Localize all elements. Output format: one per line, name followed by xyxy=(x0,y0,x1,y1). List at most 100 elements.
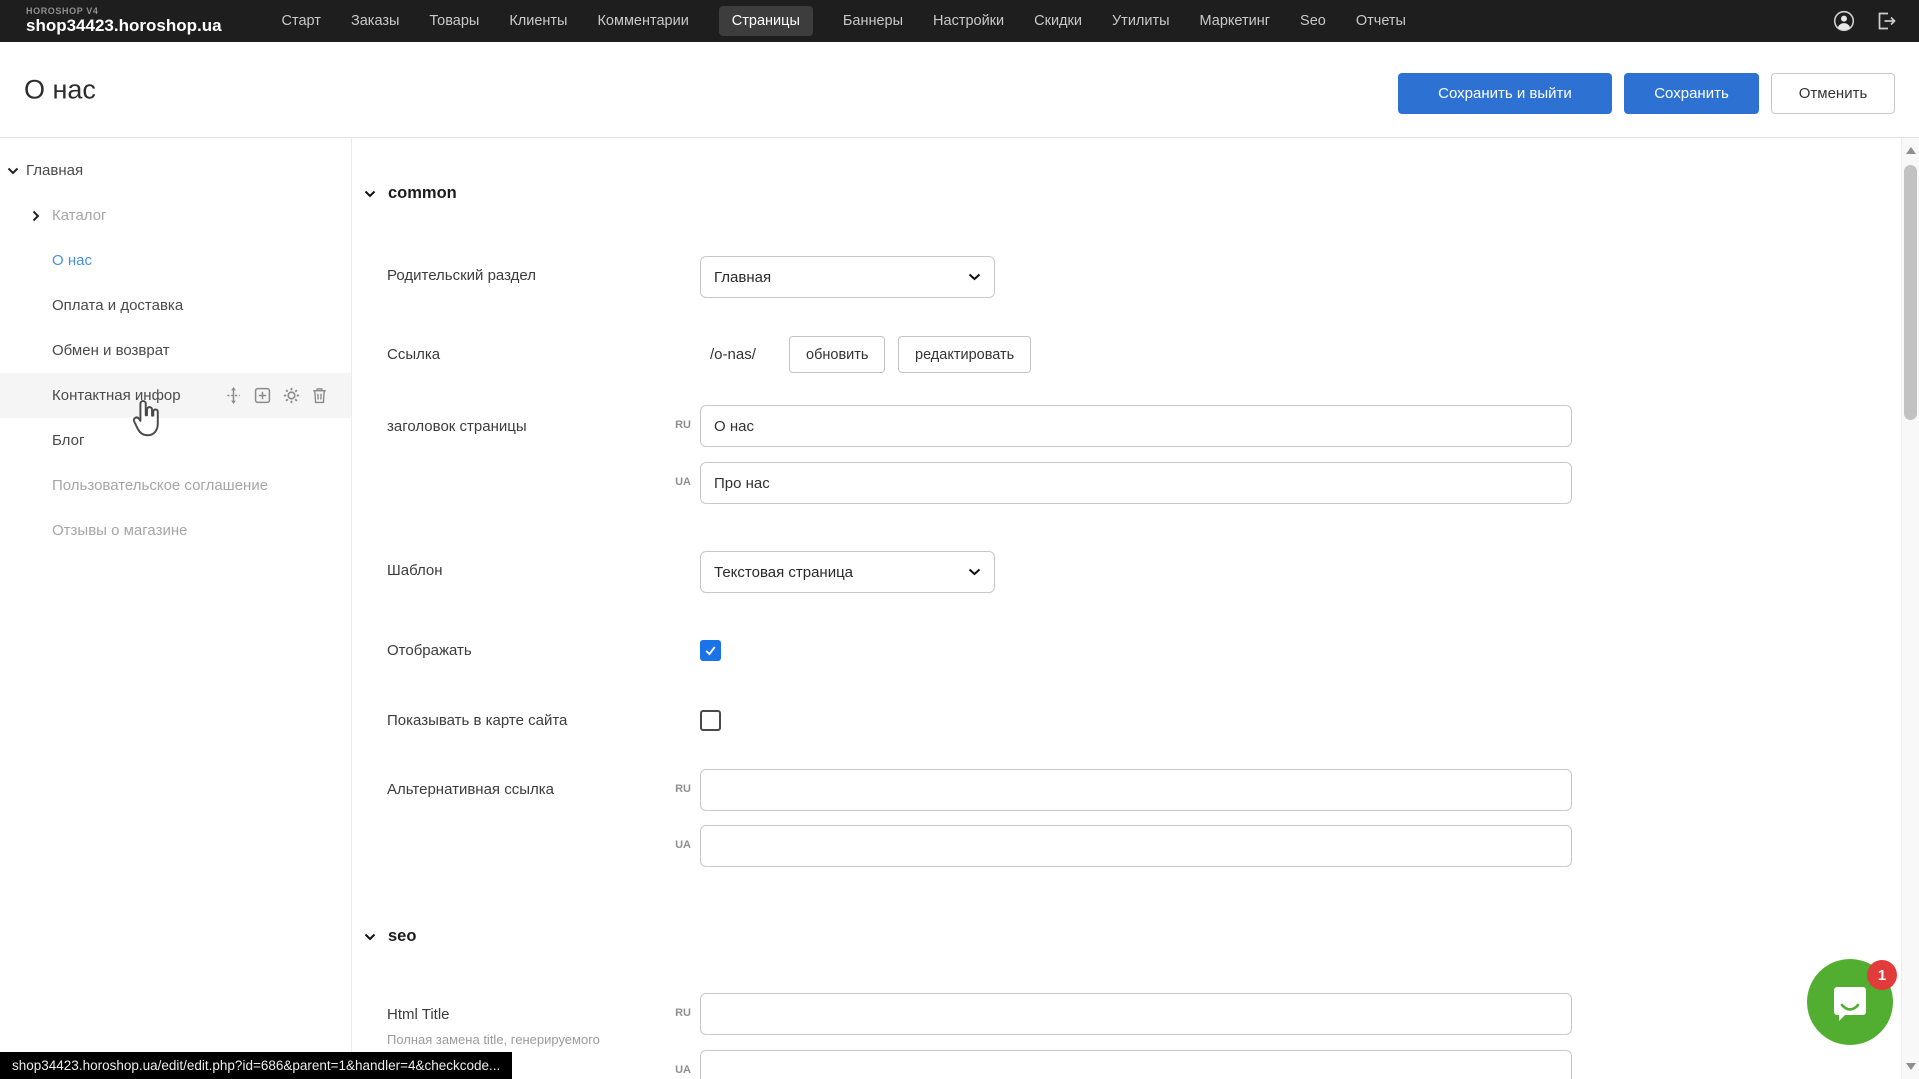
chat-unread-badge[interactable]: 1 xyxy=(1867,960,1897,990)
nav-item-start[interactable]: Старт xyxy=(282,13,321,29)
account-icon[interactable] xyxy=(1833,10,1855,32)
nav-item-marketing[interactable]: Маркетинг xyxy=(1200,13,1271,29)
chevron-right-icon[interactable] xyxy=(32,210,40,222)
section-seo-toggle[interactable]: seo xyxy=(364,927,416,946)
lang-badge-ru: RU xyxy=(663,783,691,795)
nav-item-banners[interactable]: Баннеры xyxy=(843,13,903,29)
scroll-down-arrow-icon[interactable] xyxy=(1906,1063,1916,1070)
row-action-icons xyxy=(225,373,327,418)
sidebar-item-glavnaya[interactable]: Главная xyxy=(0,148,351,193)
chevron-down-icon xyxy=(364,190,376,198)
sidebar-item-label: Отзывы о магазине xyxy=(52,522,187,539)
logout-icon[interactable] xyxy=(1875,10,1897,32)
nav-item-products[interactable]: Товары xyxy=(429,13,479,29)
page-title-ua-input[interactable] xyxy=(700,462,1572,504)
sidebar-item-oplata-dostavka[interactable]: Оплата и доставка xyxy=(0,283,351,328)
sidebar-item-katalog[interactable]: Каталог xyxy=(0,193,351,238)
lang-badge-ru: RU xyxy=(663,419,691,431)
parent-section-select[interactable]: Главная xyxy=(700,256,995,298)
html-title-hint: Полная замена title, генерируемого xyxy=(387,1032,600,1047)
nav-item-pages[interactable]: Страницы xyxy=(719,6,813,36)
display-checkbox[interactable] xyxy=(700,640,721,661)
select-value: Текстовая страница xyxy=(714,564,853,581)
alt-link-ua-input[interactable] xyxy=(700,825,1572,867)
sidebar-item-label: Блог xyxy=(52,432,84,449)
nav-item-orders[interactable]: Заказы xyxy=(351,13,399,29)
sidebar-item-obmen-vozvrat[interactable]: Обмен и возврат xyxy=(0,328,351,373)
scrollbar-thumb[interactable] xyxy=(1904,165,1917,420)
sidebar-item-label: Контактная инфор xyxy=(52,387,181,404)
page-title-label: заголовок страницы xyxy=(387,418,527,435)
logo[interactable]: HOROSHOP V4 shop34423.horoshop.ua xyxy=(26,7,222,35)
lang-badge-ua: UA xyxy=(663,476,691,488)
sitemap-label: Показывать в карте сайта xyxy=(387,712,567,729)
sidebar-item-label: Оплата и доставка xyxy=(52,297,183,314)
top-navigation: Старт Заказы Товары Клиенты Комментарии … xyxy=(282,6,1406,36)
nav-item-seo[interactable]: Seo xyxy=(1300,13,1326,29)
chevron-down-icon xyxy=(364,933,376,941)
nav-item-clients[interactable]: Клиенты xyxy=(509,13,567,29)
page-title-ru-input[interactable] xyxy=(700,405,1572,447)
chat-bubble-icon xyxy=(1829,981,1871,1023)
page-header: О нас Сохранить и выйти Сохранить Отмени… xyxy=(0,42,1919,138)
save-and-exit-button[interactable]: Сохранить и выйти xyxy=(1398,73,1612,114)
add-icon[interactable] xyxy=(254,387,271,404)
topbar: HOROSHOP V4 shop34423.horoshop.ua Старт … xyxy=(0,0,1919,42)
link-edit-button[interactable]: редактировать xyxy=(898,336,1031,373)
html-title-label: Html Title xyxy=(387,1006,450,1023)
sidebar-item-blog[interactable]: Блог xyxy=(0,418,351,463)
nav-item-comments[interactable]: Комментарии xyxy=(597,13,688,29)
section-common-toggle[interactable]: common xyxy=(364,184,457,203)
sidebar-item-label: Обмен и возврат xyxy=(52,342,170,359)
nav-item-utilities[interactable]: Утилиты xyxy=(1112,13,1170,29)
content: Главная Каталог О нас Оплата и доставка … xyxy=(0,138,1919,1079)
link-preview-statusbar: shop34423.horoshop.ua/edit/edit.php?id=6… xyxy=(0,1052,512,1079)
link-update-button[interactable]: обновить xyxy=(789,336,885,373)
sidebar-item-o-nas[interactable]: О нас xyxy=(0,238,351,283)
lang-badge-ru: RU xyxy=(663,1007,691,1019)
alt-link-ru-input[interactable] xyxy=(700,769,1572,811)
lang-badge-ua: UA xyxy=(663,839,691,851)
alt-link-label: Альтернативная ссылка xyxy=(387,781,554,798)
section-title: common xyxy=(388,184,457,203)
link-value: /o-nas/ xyxy=(710,346,756,363)
sidebar-item-label: Каталог xyxy=(52,207,107,224)
chevron-down-icon xyxy=(968,568,981,576)
edit-form: common Родительский раздел Главная Ссылк… xyxy=(353,138,1901,1079)
nav-item-reports[interactable]: Отчеты xyxy=(1356,13,1406,29)
topbar-right xyxy=(1833,10,1897,32)
nav-item-discounts[interactable]: Скидки xyxy=(1034,13,1082,29)
sidebar-item-polzovatelskoe-soglashenie[interactable]: Пользовательское соглашение xyxy=(0,463,351,508)
html-title-ru-input[interactable] xyxy=(700,993,1572,1035)
parent-section-label: Родительский раздел xyxy=(387,267,536,284)
html-title-ua-input[interactable] xyxy=(700,1050,1572,1079)
move-icon[interactable] xyxy=(225,387,242,404)
page-title: О нас xyxy=(24,74,96,105)
sitemap-checkbox[interactable] xyxy=(700,710,721,731)
gear-icon[interactable] xyxy=(283,387,300,404)
link-label: Ссылка xyxy=(387,346,440,363)
pages-tree-sidebar: Главная Каталог О нас Оплата и доставка … xyxy=(0,138,352,1079)
scroll-up-arrow-icon[interactable] xyxy=(1906,147,1916,154)
sidebar-item-label: О нас xyxy=(52,252,92,269)
section-title: seo xyxy=(388,927,416,946)
select-value: Главная xyxy=(714,269,771,286)
chevron-down-icon xyxy=(968,273,981,281)
nav-item-settings[interactable]: Настройки xyxy=(933,13,1004,29)
template-label: Шаблон xyxy=(387,562,443,579)
cancel-button[interactable]: Отменить xyxy=(1771,73,1895,114)
vertical-scrollbar[interactable] xyxy=(1901,138,1919,1079)
lang-badge-ua: UA xyxy=(663,1064,691,1076)
header-buttons: Сохранить и выйти Сохранить Отменить xyxy=(1398,73,1895,114)
sidebar-item-otzyvy-o-magazine[interactable]: Отзывы о магазине xyxy=(0,508,351,553)
sidebar-item-kontaktnaya-infor[interactable]: Контактная инфор xyxy=(0,373,351,418)
check-icon xyxy=(703,643,718,658)
save-button[interactable]: Сохранить xyxy=(1624,73,1759,114)
status-url: shop34423.horoshop.ua/edit/edit.php?id=6… xyxy=(12,1058,500,1073)
sidebar-item-label: Главная xyxy=(26,162,83,179)
sidebar-item-label: Пользовательское соглашение xyxy=(52,477,268,494)
chevron-down-icon[interactable] xyxy=(7,167,19,175)
delete-icon[interactable] xyxy=(312,387,327,404)
template-select[interactable]: Текстовая страница xyxy=(700,551,995,593)
display-label: Отображать xyxy=(387,642,472,659)
